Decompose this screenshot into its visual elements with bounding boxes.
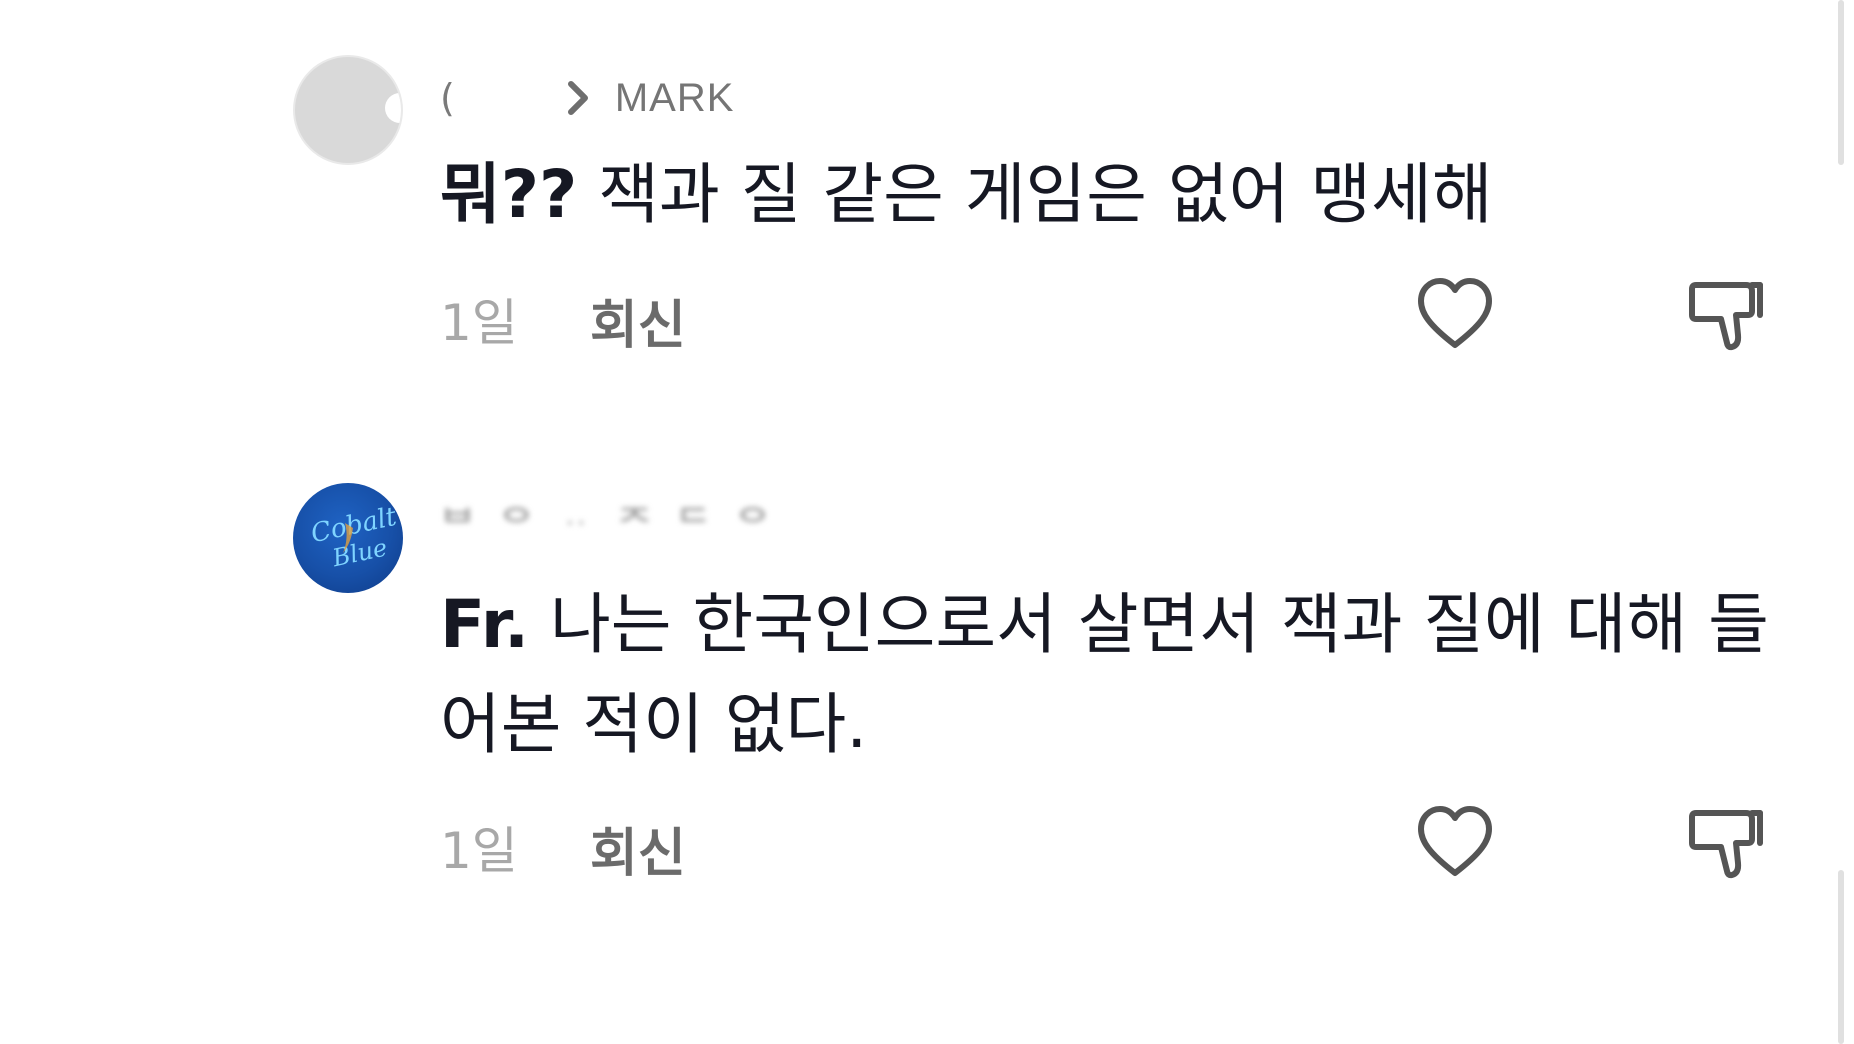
- thumbs-down-outline-icon[interactable]: [1688, 803, 1768, 883]
- thumbs-down-outline-icon[interactable]: [1688, 275, 1768, 355]
- comment-header: ᄇ ᄋ ᆢ ᄌ ᄃ ᄋ: [440, 490, 776, 550]
- scrollbar-bottom[interactable]: [1838, 870, 1844, 1044]
- comment-text-body: 나는 한국인으로서 살면서 잭과 질에 대해 들어본 적이 없다.: [440, 586, 1769, 763]
- comment-text: Fr. 나는 한국인으로서 살면서 잭과 질에 대해 들어본 적이 없다.: [440, 575, 1780, 775]
- reply-to-username[interactable]: MARK: [615, 76, 735, 121]
- comment-text: 뭐?? 잭과 질 같은 게임은 없어 맹세해: [440, 145, 1780, 245]
- comment-timestamp: 1일: [440, 822, 518, 880]
- heart-outline-icon[interactable]: [1415, 803, 1495, 883]
- cobalt-blue-logo-icon: Cobalt Blue: [308, 502, 399, 573]
- chevron-right-icon: [567, 81, 588, 115]
- avatar[interactable]: Cobalt Blue: [293, 483, 403, 593]
- scrollbar-top[interactable]: [1838, 0, 1844, 165]
- avatar-notch: [385, 93, 401, 123]
- heart-outline-icon[interactable]: [1415, 275, 1495, 355]
- comment-header: ( MARK: [440, 68, 734, 128]
- comment-actions: 1일 회신: [440, 275, 1854, 358]
- comment-text-body: 잭과 질 같은 게임은 없어 맹세해: [577, 156, 1493, 233]
- comment-text-lead: 뭐??: [440, 156, 578, 233]
- avatar[interactable]: [293, 55, 403, 165]
- comment-text-lead: Fr.: [440, 586, 530, 663]
- username[interactable]: ᄇ ᄋ ᆢ ᄌ ᄃ ᄋ: [440, 493, 776, 548]
- username[interactable]: (: [440, 76, 455, 120]
- reply-button[interactable]: 회신: [590, 283, 686, 358]
- reply-button[interactable]: 회신: [590, 811, 686, 886]
- comment-timestamp: 1일: [440, 294, 518, 352]
- comment-actions: 1일 회신: [440, 803, 1854, 886]
- comments-viewport: ( MARK 뭐?? 잭과 질 같은 게임은 없어 맹세해 1일 회신 Coba…: [0, 0, 1854, 1044]
